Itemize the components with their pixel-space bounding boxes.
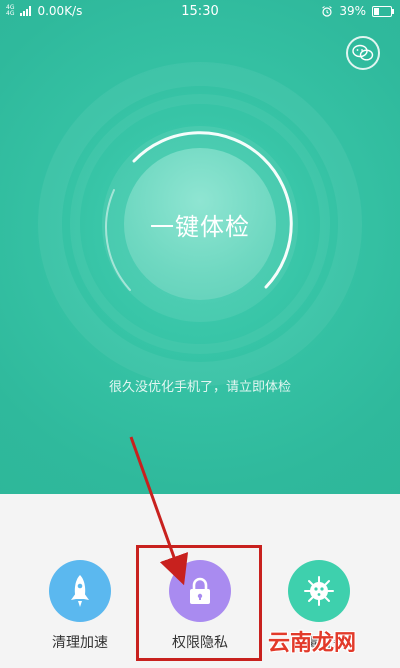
watermark: 云南龙网 — [268, 631, 357, 656]
highlight-box — [136, 545, 262, 661]
